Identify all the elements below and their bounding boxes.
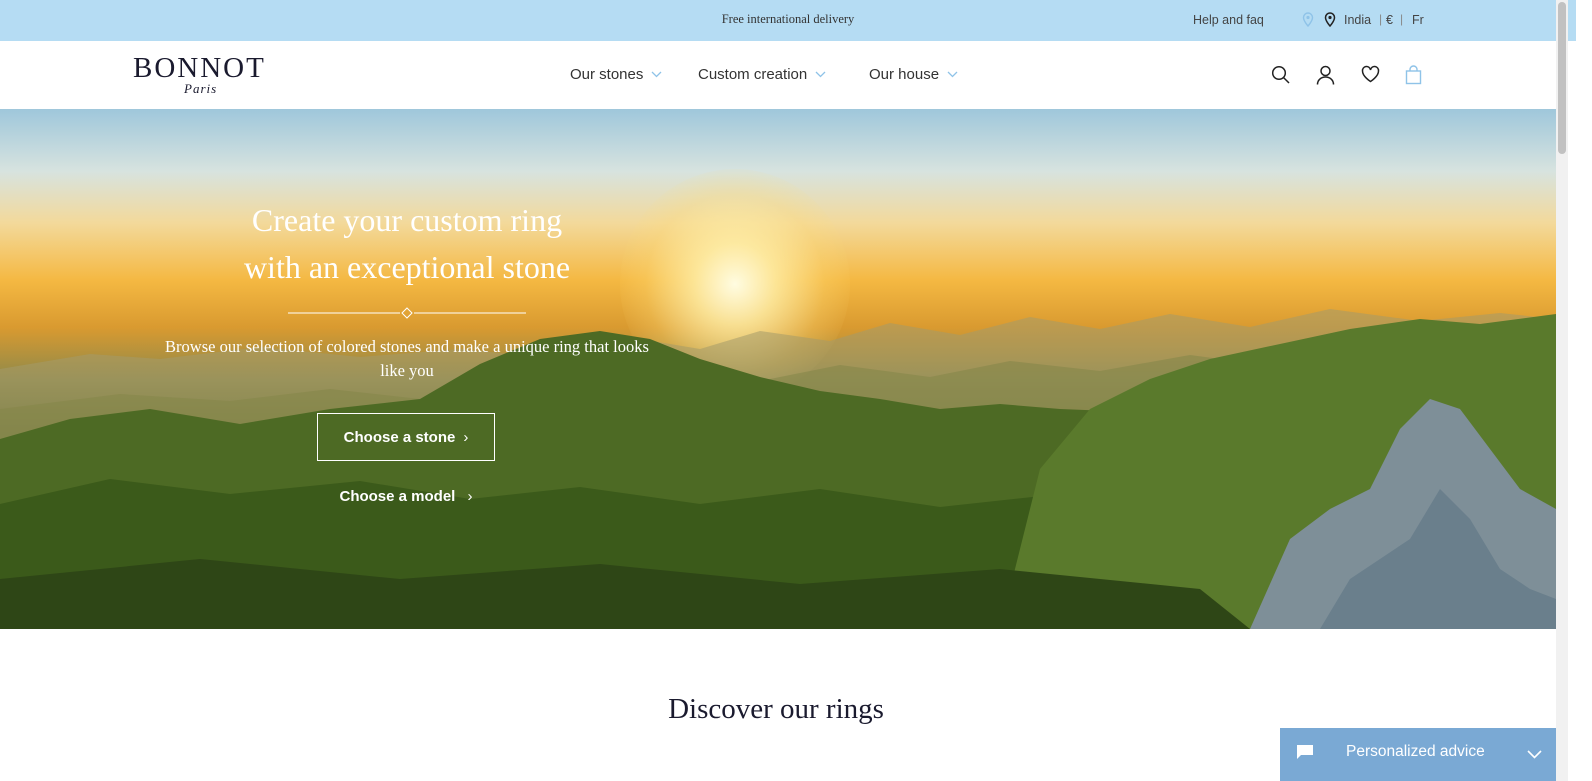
hero-title: Create your custom ring with an exceptio…	[243, 202, 571, 285]
chevron-down-icon[interactable]	[1527, 746, 1542, 764]
logo-subtitle: Paris	[184, 81, 218, 96]
hero-description: Browse our selection of colored stones a…	[165, 337, 649, 380]
chat-bubble-icon	[1296, 744, 1314, 765]
page-scrollbar[interactable]	[1556, 0, 1568, 781]
chevron-right-icon: ›	[463, 428, 469, 446]
location-pin-icon[interactable]	[1324, 12, 1336, 32]
nav-label: Our house	[869, 66, 940, 83]
nav-custom-creation[interactable]: Custom creation	[698, 66, 826, 83]
top-bar: Free international delivery Help and faq…	[0, 0, 1576, 41]
decorative-divider	[288, 307, 526, 319]
help-faq-link[interactable]: Help and faq	[1193, 13, 1264, 27]
nav-label: Our stones	[570, 66, 644, 83]
choose-stone-button[interactable]: Choose a stone ›	[317, 413, 495, 461]
nav-our-house[interactable]: Our house	[869, 66, 958, 83]
main-header: BONNOT Paris Our stones Custom creation …	[0, 41, 1576, 109]
chevron-down-icon	[815, 71, 826, 78]
shopping-bag-icon[interactable]	[1405, 65, 1422, 90]
currency-selector[interactable]: €	[1386, 13, 1393, 27]
heart-icon[interactable]	[1361, 65, 1380, 88]
nav-our-stones[interactable]: Our stones	[570, 66, 662, 83]
country-selector[interactable]: India	[1344, 13, 1371, 27]
language-selector[interactable]: Fr	[1412, 13, 1424, 27]
personalized-advice-chat[interactable]: Personalized advice	[1280, 728, 1556, 781]
nav-label: Custom creation	[698, 66, 808, 83]
location-pin-light-icon[interactable]	[1302, 12, 1314, 32]
logo-wordmark: BONNOT	[133, 52, 266, 84]
choose-model-link[interactable]: Choose a model ›	[317, 488, 495, 505]
chevron-down-icon	[947, 71, 958, 78]
user-icon[interactable]	[1316, 65, 1335, 90]
separator: |	[1400, 12, 1404, 26]
scrollbar-thumb[interactable]	[1558, 2, 1566, 154]
section-heading: Discover our rings	[668, 693, 884, 725]
chevron-right-icon: ›	[467, 488, 473, 505]
brand-logo[interactable]: BONNOT Paris	[133, 52, 273, 96]
button-label: Choose a stone	[343, 428, 456, 446]
hero-banner: Create your custom ring with an exceptio…	[0, 109, 1556, 629]
separator: |	[1379, 12, 1383, 26]
chat-label: Personalized advice	[1346, 743, 1485, 760]
delivery-banner-text: Free international delivery	[721, 12, 855, 26]
chevron-down-icon	[651, 71, 662, 78]
search-icon[interactable]	[1271, 65, 1290, 89]
button-label: Choose a model	[339, 488, 456, 505]
